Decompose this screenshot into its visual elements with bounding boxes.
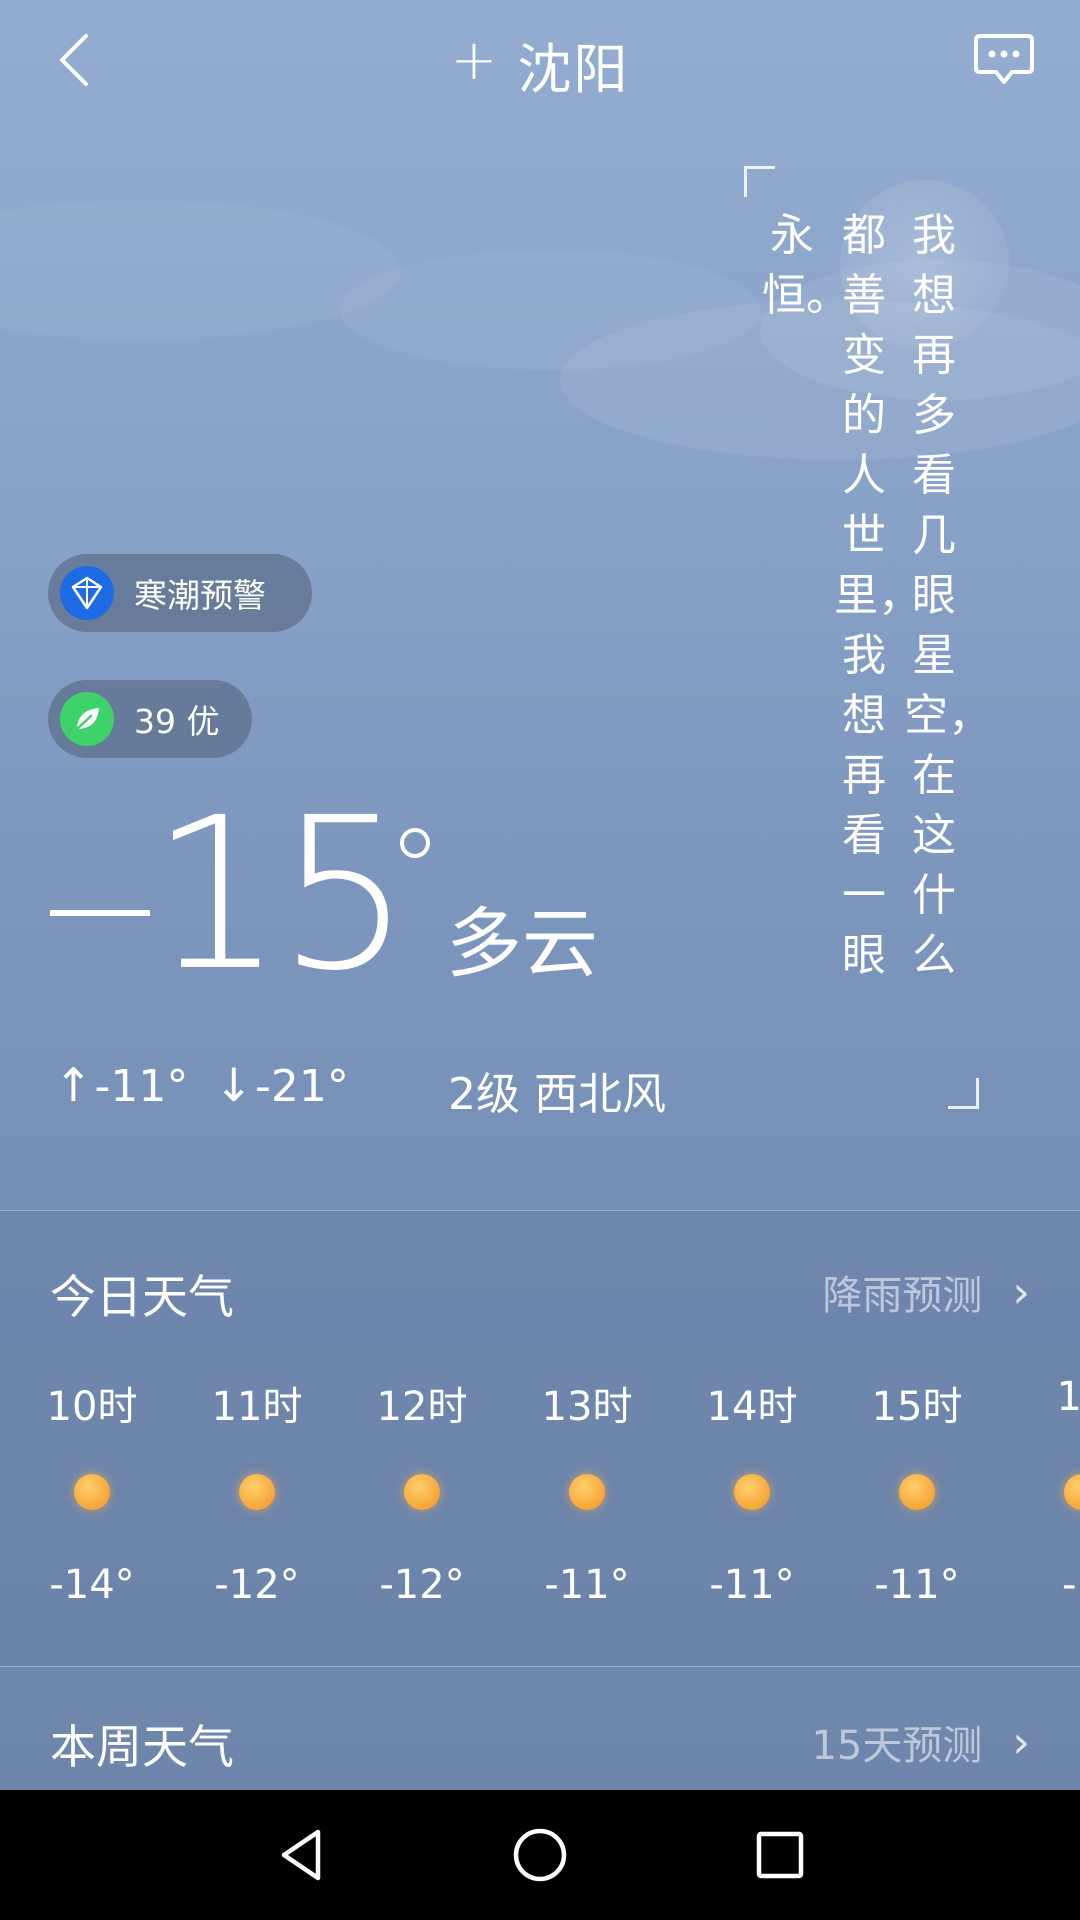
nav-home-button[interactable] <box>505 1820 575 1890</box>
weather-screen: + 沈阳 我想再多看几眼星空，在这什么 都善变的人世里，我想再看一眼 永恒。 寒… <box>0 0 1080 1790</box>
hour-temperature: -14° <box>49 1562 135 1608</box>
sun-icon <box>569 1474 605 1510</box>
hour-temperature: -1 <box>1062 1562 1080 1608</box>
sun-icon <box>74 1474 110 1510</box>
chevron-right-icon: › <box>1012 1716 1030 1768</box>
triangle-back-icon <box>281 1829 321 1881</box>
hour-label: 11时 <box>211 1384 303 1430</box>
hour-label: 14时 <box>706 1384 798 1430</box>
hour-label: 13时 <box>541 1384 633 1430</box>
hourly-forecast-item: 12时 -12° <box>352 1374 492 1608</box>
sun-icon <box>734 1474 770 1510</box>
hourly-forecast-item: 11时 -12° <box>187 1374 327 1608</box>
hour-label: 12时 <box>376 1384 468 1430</box>
hour-temperature: -11° <box>544 1562 630 1608</box>
hourly-forecast-item: 13时 -11° <box>517 1374 657 1608</box>
sun-icon <box>404 1474 440 1510</box>
fifteen-day-forecast-link[interactable]: 15天预测 › <box>811 1713 1030 1771</box>
fifteen-day-forecast-label: 15天预测 <box>811 1723 983 1769</box>
hourly-forecast-item: 14时 -11° <box>682 1374 822 1608</box>
week-weather-title: 本周天气 <box>50 1720 234 1774</box>
hourly-forecast-list[interactable]: 10时 -14° 11时 -12° 12时 -12° 13时 -11° 14时 -11° 15时 -1… <box>0 0 1080 1790</box>
hourly-forecast-item: 10时 -14° <box>22 1374 162 1608</box>
nav-back-button[interactable] <box>266 1820 336 1890</box>
sun-icon <box>239 1474 275 1510</box>
square-recents-icon <box>756 1831 804 1879</box>
hourly-forecast-item: 15时 -11° <box>847 1374 987 1608</box>
sun-icon <box>1064 1474 1080 1510</box>
nav-recents-button[interactable] <box>745 1820 815 1890</box>
hour-temperature: -11° <box>874 1562 960 1608</box>
hour-temperature: -12° <box>214 1562 300 1608</box>
sun-icon <box>899 1474 935 1510</box>
hour-label: 16 <box>1056 1374 1080 1420</box>
hour-temperature: -12° <box>379 1562 465 1608</box>
hour-temperature: -11° <box>709 1562 795 1608</box>
hour-label: 15时 <box>871 1384 963 1430</box>
hourly-forecast-item: 16 -1 <box>1012 1374 1080 1608</box>
hour-label: 10时 <box>46 1384 138 1430</box>
week-weather-card: 本周天气 15天预测 › <box>0 1666 1080 1790</box>
circle-home-icon <box>513 1828 567 1882</box>
system-navigation-bar <box>0 1790 1080 1920</box>
